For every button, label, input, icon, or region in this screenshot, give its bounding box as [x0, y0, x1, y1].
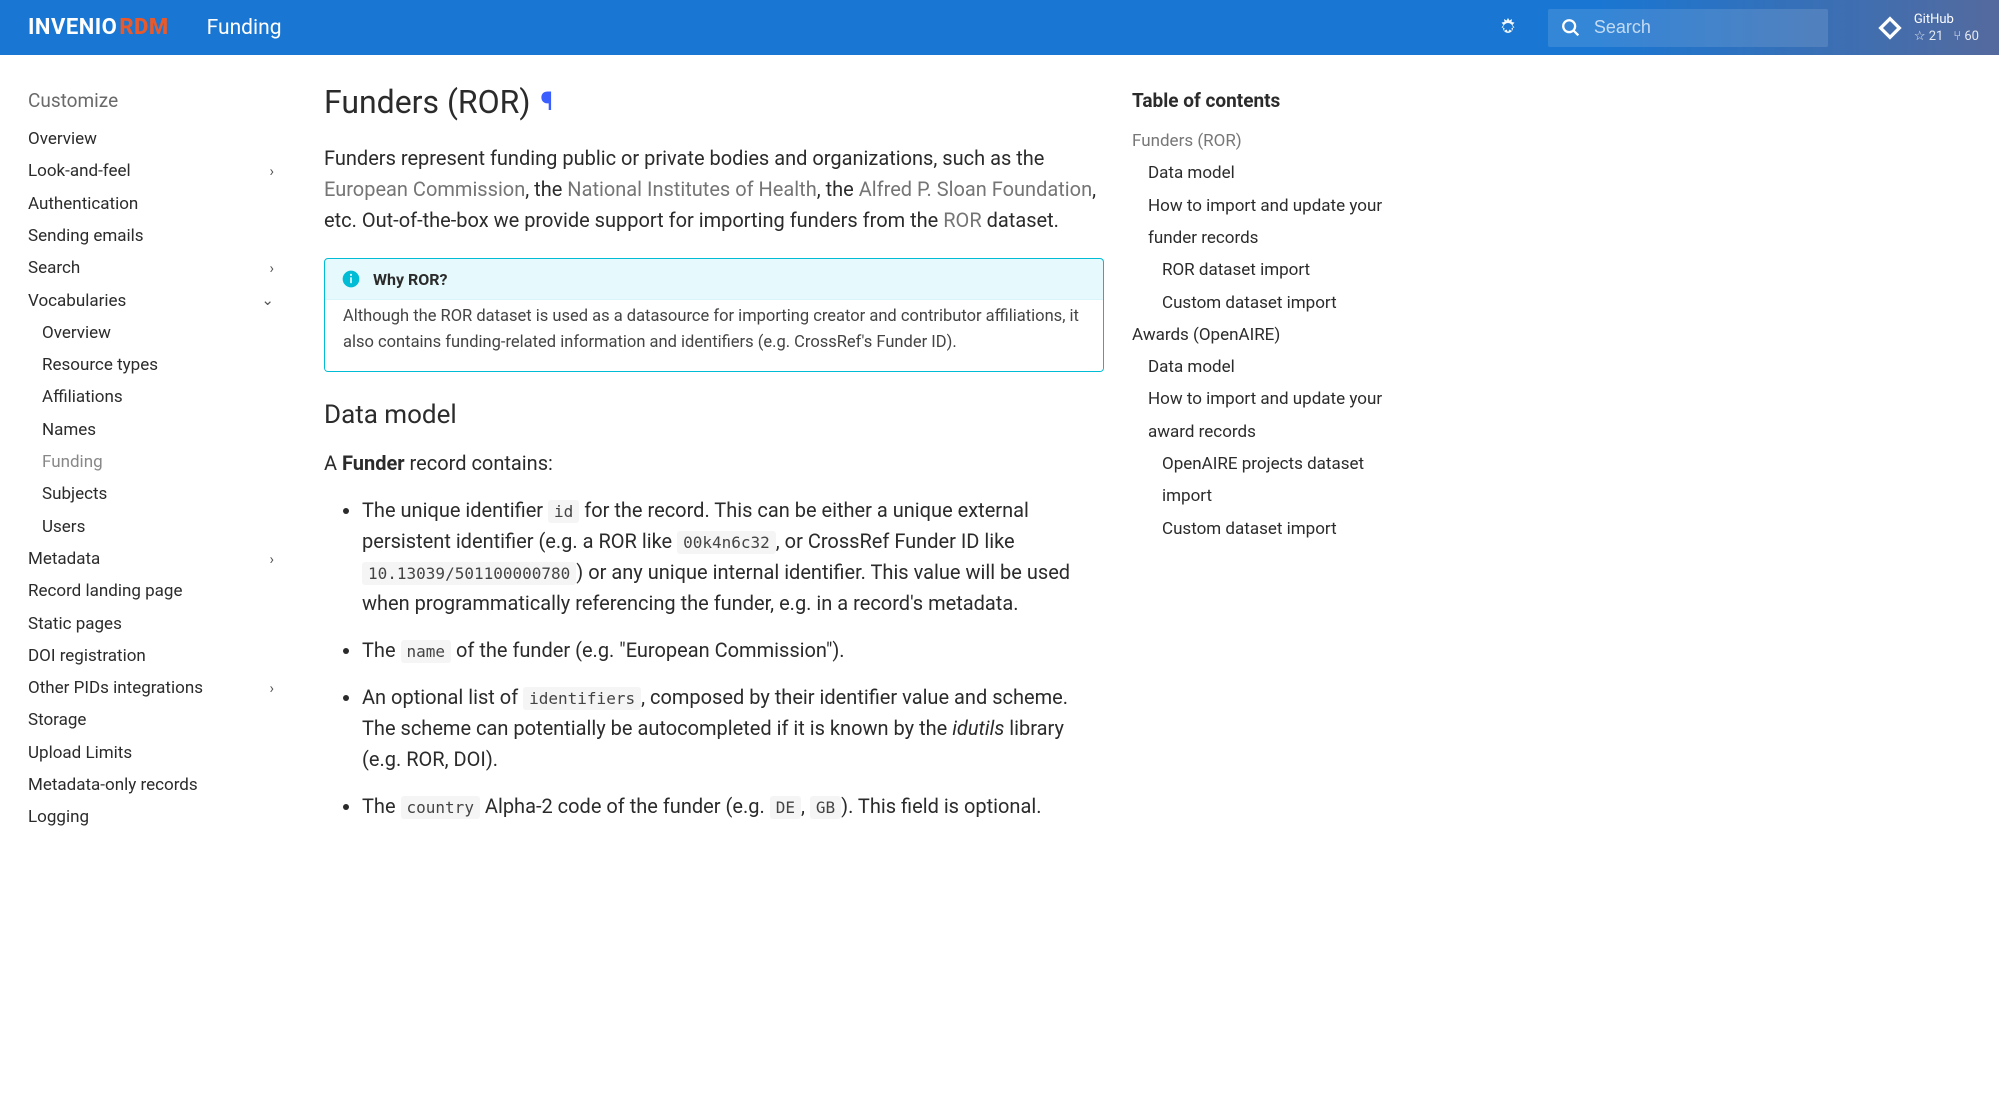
sidebar-item-label: Overview [28, 123, 97, 155]
toc-item-openaire-projects-dataset-import[interactable]: OpenAIRE projects dataset import [1132, 448, 1390, 513]
sidebar-item-label: Logging [28, 801, 89, 833]
sidebar-item-label: Static pages [28, 608, 122, 640]
sidebar-item-record-landing-page[interactable]: Record landing page [28, 575, 274, 607]
sidebar-item-label: Other PIDs integrations [28, 672, 203, 704]
sidebar-item-label: Resource types [42, 349, 158, 381]
heading-funders-ror: Funders (ROR) ¶ [324, 83, 1104, 121]
list-item: An optional list of identifiers, compose… [362, 682, 1104, 775]
sidebar-item-label: Upload Limits [28, 737, 132, 769]
sidebar-item-label: Overview [42, 317, 111, 349]
sidebar-item-label: Metadata [28, 543, 100, 575]
sidebar-item-subjects[interactable]: Subjects [28, 478, 274, 510]
link-nih[interactable]: National Institutes of Health [567, 177, 816, 201]
sidebar: Customize OverviewLook-and-feel›Authenti… [0, 55, 290, 878]
sidebar-item-label: Subjects [42, 478, 107, 510]
sidebar-item-users[interactable]: Users [28, 511, 274, 543]
logo[interactable]: INVENIO RDM [28, 15, 169, 40]
sidebar-item-metadata-only-records[interactable]: Metadata-only records [28, 769, 274, 801]
sidebar-item-label: Authentication [28, 188, 138, 220]
sidebar-item-metadata[interactable]: Metadata › [28, 543, 274, 575]
github-link[interactable]: GitHub ☆ 21 ⑂ 60 [1876, 12, 1979, 44]
star-stat: ☆ 21 [1914, 29, 1944, 44]
fork-stat: ⑂ 60 [1953, 29, 1979, 44]
list-item: The country Alpha-2 code of the funder (… [362, 791, 1104, 822]
main-content: Funders (ROR) ¶ Funders represent fundin… [290, 55, 1120, 878]
header: INVENIO RDM Funding GitHub ☆ 21 ⑂ 60 [0, 0, 1999, 55]
chevron-right-icon: › [269, 545, 274, 574]
admonition-body: Although the ROR dataset is used as a da… [325, 299, 1103, 371]
info-icon [341, 269, 361, 289]
theme-toggle-icon[interactable] [1496, 16, 1520, 40]
sidebar-item-affiliations[interactable]: Affiliations [28, 381, 274, 413]
sidebar-item-overview[interactable]: Overview [28, 123, 274, 155]
info-admonition: Why ROR? Although the ROR dataset is use… [324, 258, 1104, 372]
sidebar-item-label: Sending emails [28, 220, 144, 252]
sidebar-item-doi-registration[interactable]: DOI registration [28, 640, 274, 672]
sidebar-section-title: Customize [28, 83, 274, 119]
sidebar-item-label: Search [28, 252, 80, 284]
sidebar-item-storage[interactable]: Storage [28, 704, 274, 736]
sidebar-item-names[interactable]: Names [28, 414, 274, 446]
toc-item-funders-ror-[interactable]: Funders (ROR) [1132, 125, 1390, 157]
funder-record-contains: A Funder record contains: [324, 448, 1104, 479]
link-ror[interactable]: ROR [943, 208, 981, 232]
toc-item-ror-dataset-import[interactable]: ROR dataset import [1132, 254, 1390, 286]
sidebar-item-label: Names [42, 414, 96, 446]
intro-paragraph: Funders represent funding public or priv… [324, 143, 1104, 236]
toc-item-awards-openaire-[interactable]: Awards (OpenAIRE) [1132, 319, 1390, 351]
heading-data-model: Data model [324, 400, 1104, 430]
logo-rdm: RDM [119, 15, 168, 40]
toc-title: Table of contents [1132, 83, 1390, 119]
github-label: GitHub [1914, 12, 1979, 27]
sidebar-item-label: Users [42, 511, 85, 543]
page-title: Funding [207, 16, 282, 40]
toc-item-data-model[interactable]: Data model [1132, 157, 1390, 189]
toc-item-how-to-import-and-update-your-funder-records[interactable]: How to import and update your funder rec… [1132, 190, 1390, 255]
sidebar-item-sending-emails[interactable]: Sending emails [28, 220, 274, 252]
admonition-title: Why ROR? [325, 259, 1103, 299]
toc-item-data-model[interactable]: Data model [1132, 351, 1390, 383]
toc-item-custom-dataset-import[interactable]: Custom dataset import [1132, 287, 1390, 319]
search-icon [1560, 17, 1582, 39]
chevron-right-icon: › [269, 157, 274, 186]
field-list: The unique identifier id for the record.… [324, 495, 1104, 822]
sidebar-item-label: Metadata-only records [28, 769, 198, 801]
permalink-icon[interactable]: ¶ [541, 87, 554, 117]
sidebar-item-label: Storage [28, 704, 86, 736]
sidebar-item-look-and-feel[interactable]: Look-and-feel › [28, 155, 274, 187]
link-european-commission[interactable]: European Commission [324, 177, 525, 201]
sidebar-item-resource-types[interactable]: Resource types [28, 349, 274, 381]
sidebar-item-logging[interactable]: Logging [28, 801, 274, 833]
sidebar-item-label: Funding [42, 446, 103, 478]
sidebar-item-upload-limits[interactable]: Upload Limits [28, 737, 274, 769]
github-icon [1876, 14, 1904, 42]
sidebar-item-label: Record landing page [28, 575, 183, 607]
search-box[interactable] [1548, 9, 1828, 47]
chevron-down-icon: ⌄ [261, 286, 274, 315]
table-of-contents: Table of contents Funders (ROR)Data mode… [1120, 55, 1410, 878]
link-sloan[interactable]: Alfred P. Sloan Foundation [859, 177, 1092, 201]
search-input[interactable] [1594, 17, 1816, 38]
logo-invenio: INVENIO [28, 15, 117, 40]
sidebar-item-label: Affiliations [42, 381, 123, 413]
sidebar-item-static-pages[interactable]: Static pages [28, 608, 274, 640]
sidebar-item-authentication[interactable]: Authentication [28, 188, 274, 220]
sidebar-item-label: DOI registration [28, 640, 146, 672]
sidebar-item-other-pids-integrations[interactable]: Other PIDs integrations › [28, 672, 274, 704]
sidebar-item-overview[interactable]: Overview [28, 317, 274, 349]
list-item: The name of the funder (e.g. "European C… [362, 635, 1104, 666]
chevron-right-icon: › [269, 674, 274, 703]
sidebar-item-label: Vocabularies [28, 285, 126, 317]
sidebar-item-vocabularies[interactable]: Vocabularies ⌄ [28, 285, 274, 317]
toc-item-custom-dataset-import[interactable]: Custom dataset import [1132, 513, 1390, 545]
list-item: The unique identifier id for the record.… [362, 495, 1104, 619]
sidebar-item-label: Look-and-feel [28, 155, 131, 187]
chevron-right-icon: › [269, 254, 274, 283]
sidebar-item-funding[interactable]: Funding [28, 446, 274, 478]
toc-item-how-to-import-and-update-your-award-records[interactable]: How to import and update your award reco… [1132, 383, 1390, 448]
sidebar-item-search[interactable]: Search › [28, 252, 274, 284]
